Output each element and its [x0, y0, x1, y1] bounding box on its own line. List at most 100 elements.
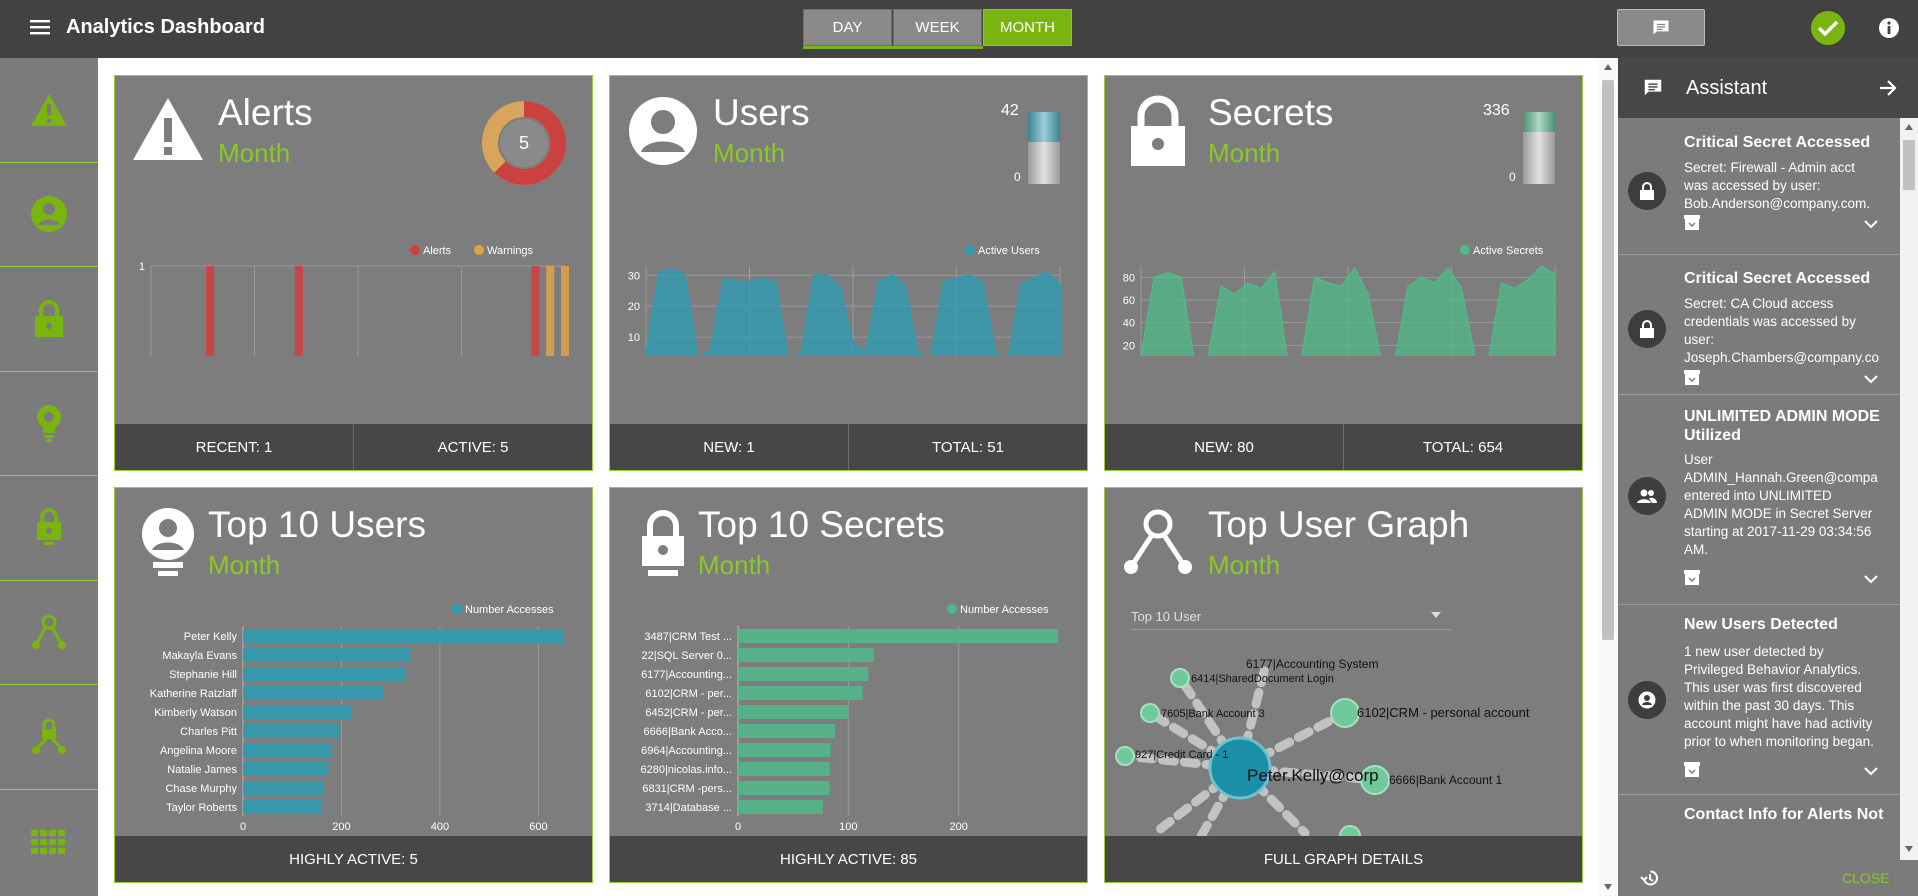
expand-chevron-icon[interactable] — [1864, 574, 1878, 584]
category-label: Natalie James — [167, 764, 237, 776]
user-icon — [1628, 681, 1666, 719]
top-secrets-card[interactable]: Top 10 Secrets Month 0 100 200 3487|CRM Tes… — [609, 487, 1088, 883]
nav-alerts[interactable] — [0, 58, 98, 163]
menu-icon[interactable] — [30, 18, 50, 36]
collapse-arrow-icon[interactable] — [1878, 78, 1898, 98]
user-icon — [629, 97, 697, 165]
secrets-card[interactable]: Secrets Month 336 0 0204060802017-10-312… — [1104, 75, 1583, 471]
user-graph[interactable]: 6177|Accounting System 6414|SharedDocume… — [1105, 628, 1583, 838]
card-title: Users — [713, 92, 810, 133]
secrets-gauge — [1523, 112, 1555, 184]
main-scroll-thumb[interactable] — [1602, 80, 1614, 640]
close-button[interactable]: CLOSE — [1842, 870, 1889, 886]
graph-node-label: 927|Credit Card - 1 — [1135, 749, 1228, 761]
legend-swatch — [965, 245, 975, 255]
legend-label: Number Accesses — [465, 604, 554, 616]
archive-icon[interactable] — [1684, 762, 1700, 777]
scroll-up-icon[interactable] — [1905, 124, 1913, 130]
total-secrets-count[interactable]: TOTAL: 654 — [1343, 424, 1582, 470]
expand-chevron-icon[interactable] — [1864, 374, 1878, 384]
new-users-count[interactable]: NEW: 1 — [610, 424, 848, 470]
top-bar: Analytics Dashboard DAY WEEK MONTH — [0, 0, 1918, 58]
highly-active-users[interactable]: HIGHLY ACTIVE: 5 — [115, 836, 592, 882]
graph-alt-icon — [32, 718, 66, 754]
notification-item[interactable]: UNLIMITED ADMIN MODE Utilized User ADMIN_… — [1618, 395, 1918, 605]
bar — [243, 800, 322, 814]
nav-secrets[interactable] — [0, 267, 98, 372]
nav-secret-insights[interactable] — [0, 476, 98, 581]
bar — [243, 781, 324, 795]
nav-secret-graph[interactable] — [0, 685, 98, 790]
users-gauge — [1028, 112, 1060, 184]
lightbulb-icon — [37, 405, 61, 443]
legend-label: Warnings — [487, 245, 534, 257]
expand-chevron-icon[interactable] — [1864, 219, 1878, 229]
bar — [243, 667, 406, 681]
lock-alt-icon — [642, 510, 684, 576]
month-button[interactable]: MONTH — [983, 9, 1072, 46]
scroll-up-icon[interactable] — [1604, 64, 1612, 70]
bar — [738, 724, 836, 738]
top-secrets-chart: 0 100 200 3487|CRM Test ... 22|SQL Server 0.… — [640, 604, 1058, 833]
category-label: 6102|CRM - per... — [645, 688, 732, 700]
y-tick-label: 20 — [1123, 340, 1135, 352]
y-tick-label: 60 — [1123, 295, 1135, 307]
notification-item[interactable]: Contact Info for Alerts Not — [1618, 795, 1918, 835]
nav-user-graph[interactable] — [0, 581, 98, 685]
alerts-donut: 5 — [482, 100, 567, 185]
select-value: Top 10 User — [1131, 609, 1202, 624]
bar — [243, 762, 329, 776]
history-icon[interactable] — [1640, 868, 1660, 888]
category-label: 22|SQL Server 0... — [642, 650, 733, 662]
archive-icon[interactable] — [1684, 215, 1700, 230]
assistant-scrollbar[interactable] — [1900, 118, 1918, 860]
top-user-graph-card[interactable]: Top User Graph Month Top 10 User 6177|Ac… — [1104, 487, 1583, 883]
recent-count[interactable]: RECENT: 1 — [115, 424, 353, 470]
card-title: Alerts — [218, 92, 313, 133]
bar — [243, 724, 339, 738]
bar — [738, 648, 874, 662]
graph-node-label: 6177|Accounting System — [1246, 657, 1379, 671]
legend-label: Alerts — [423, 245, 452, 257]
alerts-card[interactable]: Alerts Month 5 012017-10-312017-11-07201… — [114, 75, 593, 471]
archive-icon[interactable] — [1684, 370, 1700, 385]
notification-body: User ADMIN_Hannah.Green@compa entered into… — [1684, 452, 1878, 557]
total-users-count[interactable]: TOTAL: 51 — [848, 424, 1087, 470]
notification-item[interactable]: New Users Detected 1 new user detected b… — [1618, 605, 1918, 795]
assistant-scroll-thumb[interactable] — [1903, 140, 1915, 190]
scroll-down-icon[interactable] — [1604, 884, 1612, 890]
nav-all-apps[interactable] — [0, 790, 98, 895]
legend-swatch — [1460, 245, 1470, 255]
nav-users[interactable] — [0, 163, 98, 267]
scroll-down-icon[interactable] — [1905, 846, 1913, 852]
notification-item[interactable]: Critical Secret Accessed Secret: CA Clou… — [1618, 255, 1918, 395]
legend-swatch — [474, 245, 484, 255]
highly-active-secrets[interactable]: HIGHLY ACTIVE: 85 — [610, 836, 1087, 882]
day-button[interactable]: DAY — [803, 9, 892, 46]
app-title: Analytics Dashboard — [66, 16, 265, 38]
full-graph-details-button[interactable]: FULL GRAPH DETAILS — [1105, 836, 1582, 882]
top-user-select[interactable]: Top 10 User — [1131, 608, 1451, 630]
category-label: Kimberly Watson — [154, 707, 237, 719]
top-users-card[interactable]: Top 10 Users Month 0 200 400 600 Peter Kelly… — [114, 487, 593, 883]
chat-button[interactable] — [1617, 9, 1705, 46]
graph-node-label: 7605|Bank Account 3 — [1161, 708, 1265, 720]
notification-body: Secret: Firewall - Admin acct was accesse… — [1684, 160, 1871, 211]
users-card[interactable]: Users Month 42 0 01020302017-10-312017-1… — [609, 75, 1088, 471]
nav-insights[interactable] — [0, 372, 98, 476]
main-scrollbar[interactable] — [1598, 58, 1618, 896]
active-count[interactable]: ACTIVE: 5 — [353, 424, 592, 470]
graph-node-label: 6414|SharedDocument Login — [1191, 673, 1334, 685]
category-label: Angelina Moore — [160, 745, 237, 757]
expand-chevron-icon[interactable] — [1864, 766, 1878, 776]
info-icon[interactable] — [1878, 17, 1900, 39]
status-check-icon[interactable] — [1810, 10, 1846, 46]
notification-item[interactable]: Critical Secret Accessed Secret: Firewal… — [1618, 118, 1918, 255]
archive-icon[interactable] — [1684, 570, 1700, 585]
category-label: 6666|Bank Acco... — [644, 726, 732, 738]
bar — [738, 800, 823, 814]
new-secrets-count[interactable]: NEW: 80 — [1105, 424, 1343, 470]
week-button[interactable]: WEEK — [893, 9, 982, 46]
time-range-toggle: DAY WEEK MONTH — [803, 9, 1073, 49]
assistant-header: Assistant — [1618, 58, 1918, 118]
